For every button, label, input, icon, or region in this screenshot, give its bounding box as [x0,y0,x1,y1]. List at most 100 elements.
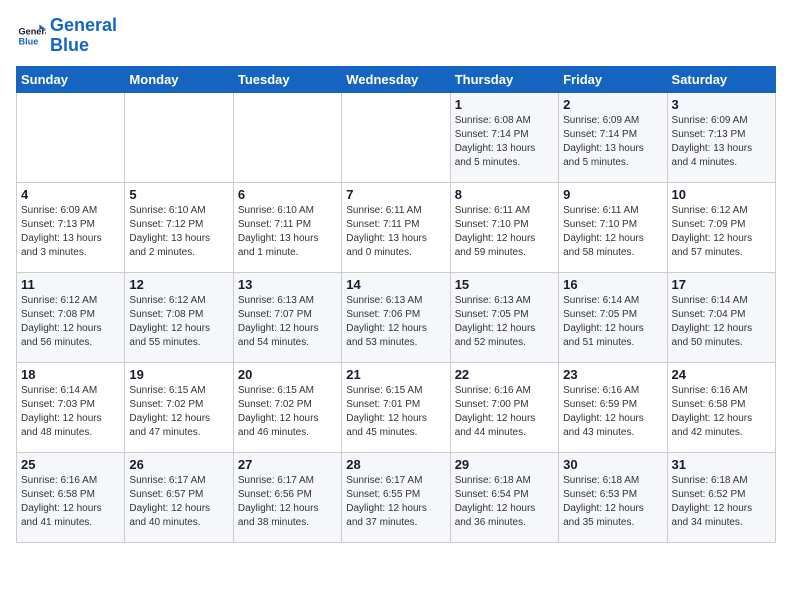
day-number: 5 [129,187,228,202]
header-day-wednesday: Wednesday [342,66,450,92]
calendar-cell: 18 Sunrise: 6:14 AM Sunset: 7:03 PM Dayli… [17,362,125,452]
cell-info: Sunrise: 6:16 AM Sunset: 6:58 PM Dayligh… [672,384,771,440]
calendar-cell [233,92,341,182]
cell-info: Sunrise: 6:13 AM Sunset: 7:07 PM Dayligh… [238,294,337,350]
day-number: 18 [21,367,120,382]
cell-info: Sunrise: 6:14 AM Sunset: 7:05 PM Dayligh… [563,294,662,350]
cell-info: Sunrise: 6:13 AM Sunset: 7:06 PM Dayligh… [346,294,445,350]
calendar-cell [17,92,125,182]
day-number: 17 [672,277,771,292]
svg-text:Blue: Blue [19,36,39,46]
calendar-header: SundayMondayTuesdayWednesdayThursdayFrid… [17,66,776,92]
calendar-cell: 6 Sunrise: 6:10 AM Sunset: 7:11 PM Daylig… [233,182,341,272]
calendar-cell: 16 Sunrise: 6:14 AM Sunset: 7:05 PM Dayli… [559,272,667,362]
day-number: 21 [346,367,445,382]
calendar-cell: 21 Sunrise: 6:15 AM Sunset: 7:01 PM Dayli… [342,362,450,452]
cell-info: Sunrise: 6:11 AM Sunset: 7:11 PM Dayligh… [346,204,445,260]
day-number: 29 [455,457,554,472]
calendar-cell: 20Sunrise: 6:15 AM Sunset: 7:02 PM Dayli… [233,362,341,452]
calendar-cell: 26 Sunrise: 6:17 AM Sunset: 6:57 PM Dayli… [125,452,233,542]
day-number: 31 [672,457,771,472]
cell-info: Sunrise: 6:09 AM Sunset: 7:13 PM Dayligh… [21,204,120,260]
cell-info: Sunrise: 6:18 AM Sunset: 6:53 PM Dayligh… [563,474,662,530]
cell-info: Sunrise: 6:12 AM Sunset: 7:09 PM Dayligh… [672,204,771,260]
calendar-week-2: 11 Sunrise: 6:12 AM Sunset: 7:08 PM Dayli… [17,272,776,362]
day-number: 15 [455,277,554,292]
cell-info: Sunrise: 6:10 AM Sunset: 7:11 PM Dayligh… [238,204,337,260]
calendar-cell: 19 Sunrise: 6:15 AM Sunset: 7:02 PM Dayli… [125,362,233,452]
calendar-cell: 31 Sunrise: 6:18 AM Sunset: 6:52 PM Dayli… [667,452,775,542]
cell-info: Sunrise: 6:18 AM Sunset: 6:52 PM Dayligh… [672,474,771,530]
cell-info: Sunrise: 6:08 AM Sunset: 7:14 PM Dayligh… [455,114,554,170]
calendar-cell: 9Sunrise: 6:11 AM Sunset: 7:10 PM Daylig… [559,182,667,272]
header-day-thursday: Thursday [450,66,558,92]
header-day-friday: Friday [559,66,667,92]
header-day-tuesday: Tuesday [233,66,341,92]
calendar-cell: 22Sunrise: 6:16 AM Sunset: 7:00 PM Dayli… [450,362,558,452]
day-number: 8 [455,187,554,202]
day-number: 3 [672,97,771,112]
cell-info: Sunrise: 6:16 AM Sunset: 6:58 PM Dayligh… [21,474,120,530]
cell-info: Sunrise: 6:17 AM Sunset: 6:56 PM Dayligh… [238,474,337,530]
calendar-body: 1Sunrise: 6:08 AM Sunset: 7:14 PM Daylig… [17,92,776,542]
day-number: 28 [346,457,445,472]
calendar-cell: 23 Sunrise: 6:16 AM Sunset: 6:59 PM Dayli… [559,362,667,452]
calendar-cell: 7 Sunrise: 6:11 AM Sunset: 7:11 PM Daylig… [342,182,450,272]
calendar-week-1: 4 Sunrise: 6:09 AM Sunset: 7:13 PM Daylig… [17,182,776,272]
day-number: 16 [563,277,662,292]
day-number: 24 [672,367,771,382]
day-number: 14 [346,277,445,292]
cell-info: Sunrise: 6:10 AM Sunset: 7:12 PM Dayligh… [129,204,228,260]
day-number: 11 [21,277,120,292]
calendar-cell: 12Sunrise: 6:12 AM Sunset: 7:08 PM Dayli… [125,272,233,362]
calendar-cell: 29 Sunrise: 6:18 AM Sunset: 6:54 PM Dayli… [450,452,558,542]
calendar-cell: 1Sunrise: 6:08 AM Sunset: 7:14 PM Daylig… [450,92,558,182]
cell-info: Sunrise: 6:11 AM Sunset: 7:10 PM Dayligh… [455,204,554,260]
day-number: 6 [238,187,337,202]
calendar-cell: 3 Sunrise: 6:09 AM Sunset: 7:13 PM Daylig… [667,92,775,182]
cell-info: Sunrise: 6:13 AM Sunset: 7:05 PM Dayligh… [455,294,554,350]
cell-info: Sunrise: 6:09 AM Sunset: 7:14 PM Dayligh… [563,114,662,170]
cell-info: Sunrise: 6:12 AM Sunset: 7:08 PM Dayligh… [21,294,120,350]
logo-icon: General Blue [16,21,46,51]
cell-info: Sunrise: 6:17 AM Sunset: 6:57 PM Dayligh… [129,474,228,530]
cell-info: Sunrise: 6:15 AM Sunset: 7:02 PM Dayligh… [129,384,228,440]
cell-info: Sunrise: 6:15 AM Sunset: 7:02 PM Dayligh… [238,384,337,440]
day-number: 2 [563,97,662,112]
cell-info: Sunrise: 6:16 AM Sunset: 7:00 PM Dayligh… [455,384,554,440]
cell-info: Sunrise: 6:14 AM Sunset: 7:04 PM Dayligh… [672,294,771,350]
calendar-cell: 28Sunrise: 6:17 AM Sunset: 6:55 PM Dayli… [342,452,450,542]
day-number: 23 [563,367,662,382]
cell-info: Sunrise: 6:09 AM Sunset: 7:13 PM Dayligh… [672,114,771,170]
cell-info: Sunrise: 6:12 AM Sunset: 7:08 PM Dayligh… [129,294,228,350]
calendar-cell: 4 Sunrise: 6:09 AM Sunset: 7:13 PM Daylig… [17,182,125,272]
cell-info: Sunrise: 6:16 AM Sunset: 6:59 PM Dayligh… [563,384,662,440]
calendar-cell: 2 Sunrise: 6:09 AM Sunset: 7:14 PM Daylig… [559,92,667,182]
calendar-cell [342,92,450,182]
calendar-cell: 15 Sunrise: 6:13 AM Sunset: 7:05 PM Dayli… [450,272,558,362]
calendar-cell: 13 Sunrise: 6:13 AM Sunset: 7:07 PM Dayli… [233,272,341,362]
header-day-saturday: Saturday [667,66,775,92]
calendar-cell: 27 Sunrise: 6:17 AM Sunset: 6:56 PM Dayli… [233,452,341,542]
day-number: 27 [238,457,337,472]
cell-info: Sunrise: 6:18 AM Sunset: 6:54 PM Dayligh… [455,474,554,530]
calendar-cell: 24 Sunrise: 6:16 AM Sunset: 6:58 PM Dayli… [667,362,775,452]
logo: General Blue GeneralBlue [16,16,117,56]
day-number: 13 [238,277,337,292]
calendar-cell: 17 Sunrise: 6:14 AM Sunset: 7:04 PM Dayli… [667,272,775,362]
calendar-week-3: 18 Sunrise: 6:14 AM Sunset: 7:03 PM Dayli… [17,362,776,452]
calendar-cell: 11 Sunrise: 6:12 AM Sunset: 7:08 PM Dayli… [17,272,125,362]
cell-info: Sunrise: 6:15 AM Sunset: 7:01 PM Dayligh… [346,384,445,440]
day-number: 25 [21,457,120,472]
day-number: 26 [129,457,228,472]
day-number: 7 [346,187,445,202]
cell-info: Sunrise: 6:14 AM Sunset: 7:03 PM Dayligh… [21,384,120,440]
day-number: 9 [563,187,662,202]
calendar-cell: 8 Sunrise: 6:11 AM Sunset: 7:10 PM Daylig… [450,182,558,272]
day-number: 4 [21,187,120,202]
calendar-cell: 30Sunrise: 6:18 AM Sunset: 6:53 PM Dayli… [559,452,667,542]
header-day-sunday: Sunday [17,66,125,92]
day-number: 10 [672,187,771,202]
logo-text: GeneralBlue [50,16,117,56]
day-number: 19 [129,367,228,382]
